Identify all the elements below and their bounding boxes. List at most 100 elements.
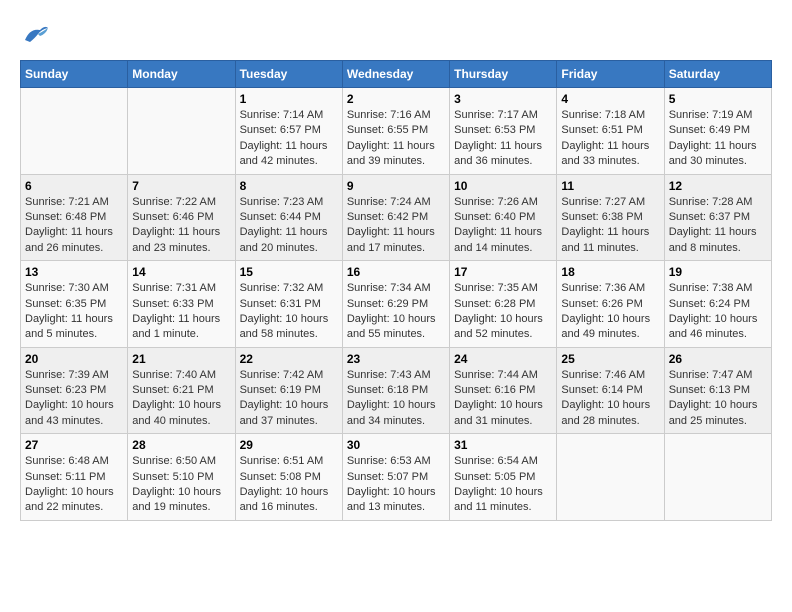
calendar-cell: 19Sunrise: 7:38 AM Sunset: 6:24 PM Dayli…	[664, 261, 771, 348]
day-info: Sunrise: 6:53 AM Sunset: 5:07 PM Dayligh…	[347, 454, 445, 516]
calendar-cell: 4 Sunrise: 7:18 AM Sunset: 6:51 PM Daylig…	[557, 88, 664, 175]
calendar-week-row: 27 Sunrise: 6:48 AM Sunset: 5:11 PM Dayli…	[21, 434, 772, 521]
day-number: 28	[132, 438, 230, 452]
day-number: 20	[25, 352, 123, 366]
day-number: 6	[25, 179, 123, 193]
weekday-header: Wednesday	[342, 61, 449, 88]
weekday-header: Sunday	[21, 61, 128, 88]
calendar-cell: 24Sunrise: 7:44 AM Sunset: 6:16 PM Dayli…	[450, 347, 557, 434]
day-number: 10	[454, 179, 552, 193]
day-number: 12	[669, 179, 767, 193]
day-info: Sunrise: 7:21 AM Sunset: 6:48 PM Dayligh…	[25, 195, 123, 257]
day-number: 1	[240, 92, 338, 106]
day-info: Sunrise: 7:24 AM Sunset: 6:42 PM Dayligh…	[347, 195, 445, 257]
day-number: 30	[347, 438, 445, 452]
day-info: Sunrise: 7:27 AM Sunset: 6:38 PM Dayligh…	[561, 195, 659, 257]
calendar-cell: 9 Sunrise: 7:24 AM Sunset: 6:42 PM Daylig…	[342, 174, 449, 261]
calendar-cell: 23Sunrise: 7:43 AM Sunset: 6:18 PM Dayli…	[342, 347, 449, 434]
day-number: 22	[240, 352, 338, 366]
calendar-cell: 29 Sunrise: 6:51 AM Sunset: 5:08 PM Dayli…	[235, 434, 342, 521]
calendar-cell	[557, 434, 664, 521]
calendar-week-row: 6 Sunrise: 7:21 AM Sunset: 6:48 PM Daylig…	[21, 174, 772, 261]
day-info: Sunrise: 7:40 AM Sunset: 6:21 PM Dayligh…	[132, 368, 230, 430]
day-number: 2	[347, 92, 445, 106]
day-number: 18	[561, 265, 659, 279]
day-number: 5	[669, 92, 767, 106]
calendar-cell: 20 Sunrise: 7:39 AM Sunset: 6:23 PM Dayli…	[21, 347, 128, 434]
calendar-cell	[21, 88, 128, 175]
calendar-cell: 22Sunrise: 7:42 AM Sunset: 6:19 PM Dayli…	[235, 347, 342, 434]
day-number: 24	[454, 352, 552, 366]
day-number: 15	[240, 265, 338, 279]
calendar-cell: 7Sunrise: 7:22 AM Sunset: 6:46 PM Daylig…	[128, 174, 235, 261]
day-number: 9	[347, 179, 445, 193]
day-info: Sunrise: 7:19 AM Sunset: 6:49 PM Dayligh…	[669, 108, 767, 170]
day-number: 29	[240, 438, 338, 452]
weekday-header: Tuesday	[235, 61, 342, 88]
day-info: Sunrise: 7:30 AM Sunset: 6:35 PM Dayligh…	[25, 281, 123, 343]
calendar-table: SundayMondayTuesdayWednesdayThursdayFrid…	[20, 60, 772, 521]
calendar-cell: 16 Sunrise: 7:34 AM Sunset: 6:29 PM Dayli…	[342, 261, 449, 348]
day-number: 14	[132, 265, 230, 279]
calendar-cell: 2Sunrise: 7:16 AM Sunset: 6:55 PM Daylig…	[342, 88, 449, 175]
calendar-cell: 14 Sunrise: 7:31 AM Sunset: 6:33 PM Dayli…	[128, 261, 235, 348]
calendar-cell	[128, 88, 235, 175]
calendar-cell: 3Sunrise: 7:17 AM Sunset: 6:53 PM Daylig…	[450, 88, 557, 175]
calendar-cell	[664, 434, 771, 521]
day-number: 21	[132, 352, 230, 366]
day-number: 31	[454, 438, 552, 452]
day-number: 23	[347, 352, 445, 366]
day-number: 7	[132, 179, 230, 193]
day-info: Sunrise: 6:50 AM Sunset: 5:10 PM Dayligh…	[132, 454, 230, 516]
logo	[20, 20, 54, 50]
calendar-week-row: 13 Sunrise: 7:30 AM Sunset: 6:35 PM Dayli…	[21, 261, 772, 348]
day-info: Sunrise: 7:26 AM Sunset: 6:40 PM Dayligh…	[454, 195, 552, 257]
weekday-header: Monday	[128, 61, 235, 88]
day-info: Sunrise: 7:36 AM Sunset: 6:26 PM Dayligh…	[561, 281, 659, 343]
weekday-header: Friday	[557, 61, 664, 88]
day-number: 11	[561, 179, 659, 193]
weekday-header: Saturday	[664, 61, 771, 88]
day-info: Sunrise: 7:35 AM Sunset: 6:28 PM Dayligh…	[454, 281, 552, 343]
calendar-header: SundayMondayTuesdayWednesdayThursdayFrid…	[21, 61, 772, 88]
calendar-cell: 8Sunrise: 7:23 AM Sunset: 6:44 PM Daylig…	[235, 174, 342, 261]
calendar-cell: 12 Sunrise: 7:28 AM Sunset: 6:37 PM Dayli…	[664, 174, 771, 261]
day-info: Sunrise: 6:48 AM Sunset: 5:11 PM Dayligh…	[25, 454, 123, 516]
calendar-cell: 27 Sunrise: 6:48 AM Sunset: 5:11 PM Dayli…	[21, 434, 128, 521]
day-info: Sunrise: 7:32 AM Sunset: 6:31 PM Dayligh…	[240, 281, 338, 343]
day-info: Sunrise: 6:54 AM Sunset: 5:05 PM Dayligh…	[454, 454, 552, 516]
calendar-cell: 15 Sunrise: 7:32 AM Sunset: 6:31 PM Dayli…	[235, 261, 342, 348]
day-number: 13	[25, 265, 123, 279]
day-info: Sunrise: 7:38 AM Sunset: 6:24 PM Dayligh…	[669, 281, 767, 343]
day-number: 25	[561, 352, 659, 366]
weekday-header: Thursday	[450, 61, 557, 88]
calendar-cell: 31 Sunrise: 6:54 AM Sunset: 5:05 PM Dayli…	[450, 434, 557, 521]
day-info: Sunrise: 6:51 AM Sunset: 5:08 PM Dayligh…	[240, 454, 338, 516]
calendar-body: 1 Sunrise: 7:14 AM Sunset: 6:57 PM Daylig…	[21, 88, 772, 521]
calendar-cell: 10 Sunrise: 7:26 AM Sunset: 6:40 PM Dayli…	[450, 174, 557, 261]
calendar-cell: 30 Sunrise: 6:53 AM Sunset: 5:07 PM Dayli…	[342, 434, 449, 521]
calendar-cell: 1 Sunrise: 7:14 AM Sunset: 6:57 PM Daylig…	[235, 88, 342, 175]
day-info: Sunrise: 7:47 AM Sunset: 6:13 PM Dayligh…	[669, 368, 767, 430]
day-info: Sunrise: 7:18 AM Sunset: 6:51 PM Dayligh…	[561, 108, 659, 170]
day-number: 8	[240, 179, 338, 193]
calendar-cell: 17Sunrise: 7:35 AM Sunset: 6:28 PM Dayli…	[450, 261, 557, 348]
calendar-cell: 25 Sunrise: 7:46 AM Sunset: 6:14 PM Dayli…	[557, 347, 664, 434]
calendar-week-row: 20 Sunrise: 7:39 AM Sunset: 6:23 PM Dayli…	[21, 347, 772, 434]
day-number: 16	[347, 265, 445, 279]
calendar-cell: 13 Sunrise: 7:30 AM Sunset: 6:35 PM Dayli…	[21, 261, 128, 348]
day-info: Sunrise: 7:46 AM Sunset: 6:14 PM Dayligh…	[561, 368, 659, 430]
day-info: Sunrise: 7:31 AM Sunset: 6:33 PM Dayligh…	[132, 281, 230, 343]
day-info: Sunrise: 7:34 AM Sunset: 6:29 PM Dayligh…	[347, 281, 445, 343]
day-info: Sunrise: 7:14 AM Sunset: 6:57 PM Dayligh…	[240, 108, 338, 170]
day-number: 4	[561, 92, 659, 106]
calendar-week-row: 1 Sunrise: 7:14 AM Sunset: 6:57 PM Daylig…	[21, 88, 772, 175]
logo-icon	[20, 20, 50, 50]
day-number: 27	[25, 438, 123, 452]
day-info: Sunrise: 7:28 AM Sunset: 6:37 PM Dayligh…	[669, 195, 767, 257]
day-info: Sunrise: 7:17 AM Sunset: 6:53 PM Dayligh…	[454, 108, 552, 170]
day-info: Sunrise: 7:39 AM Sunset: 6:23 PM Dayligh…	[25, 368, 123, 430]
calendar-cell: 26Sunrise: 7:47 AM Sunset: 6:13 PM Dayli…	[664, 347, 771, 434]
calendar-cell: 5 Sunrise: 7:19 AM Sunset: 6:49 PM Daylig…	[664, 88, 771, 175]
calendar-cell: 21 Sunrise: 7:40 AM Sunset: 6:21 PM Dayli…	[128, 347, 235, 434]
